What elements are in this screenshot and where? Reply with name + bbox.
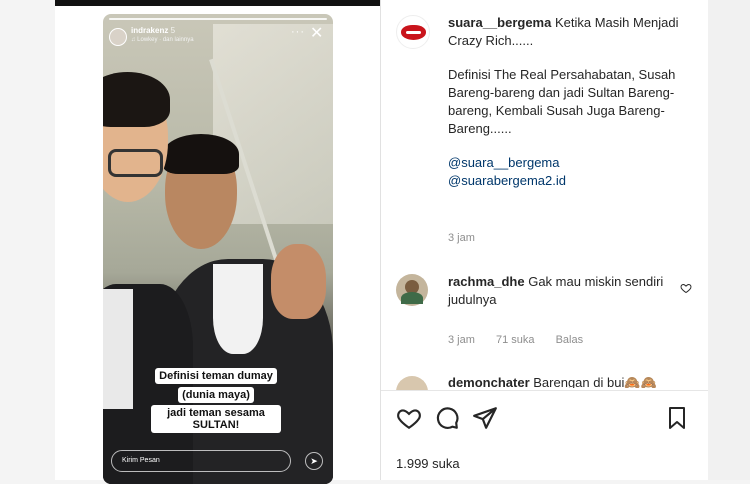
action-bar xyxy=(395,405,695,435)
author-avatar[interactable] xyxy=(396,15,430,49)
avatar-image xyxy=(396,376,428,390)
person-left-hair xyxy=(103,72,170,127)
comment-meta: 3 jam 71 suka Balas xyxy=(448,334,601,346)
person-left-shirt xyxy=(103,289,133,409)
story-progress-bar xyxy=(109,18,327,20)
comment-likes[interactable]: 71 suka xyxy=(496,334,535,346)
comment-username[interactable]: demonchater xyxy=(448,375,530,388)
mention-link[interactable]: @suarabergema2.id xyxy=(448,172,688,190)
send-icon[interactable]: ➤ xyxy=(305,452,323,470)
bookmark-icon[interactable] xyxy=(663,405,691,433)
story-caption-line: Definisi teman dumay xyxy=(155,368,277,384)
story-caption-line: (dunia maya) xyxy=(178,387,254,403)
thumbs-up-hand xyxy=(271,244,326,319)
post-caption: suara__bergema Ketika Masih Menjadi Craz… xyxy=(448,14,688,206)
comment-text: Barengan di bui🙈🙈 xyxy=(533,375,657,388)
reply-link[interactable]: Balas xyxy=(556,334,584,346)
comments-pane: suara__bergema Ketika Masih Menjadi Craz… xyxy=(380,0,709,480)
person-right-shirt xyxy=(213,264,263,354)
glasses xyxy=(108,149,163,177)
story-header: indrakenz 5 ♫ Lowkey · dan lainnya ··· ✕ xyxy=(103,14,333,54)
commenter-avatar[interactable] xyxy=(396,376,428,390)
heart-icon[interactable] xyxy=(395,405,423,433)
post-time: 3 jam xyxy=(448,232,475,244)
comment-time: 3 jam xyxy=(448,334,475,346)
avatar-body xyxy=(401,292,423,304)
story-audio-label: ♫ Lowkey · dan lainnya xyxy=(131,37,194,43)
divider xyxy=(381,390,709,391)
commenter-avatar[interactable] xyxy=(396,274,428,306)
person-right-hair xyxy=(163,134,239,174)
media-pane: indrakenz 5 ♫ Lowkey · dan lainnya ··· ✕… xyxy=(55,0,380,484)
story-time: 5 xyxy=(170,26,176,35)
comment: rachma_dhe Gak mau miskin sendiri juduln… xyxy=(448,273,668,309)
story-username[interactable]: indrakenz 5 xyxy=(131,26,175,35)
comment-username[interactable]: rachma_dhe xyxy=(448,274,525,289)
post-viewer: indrakenz 5 ♫ Lowkey · dan lainnya ··· ✕… xyxy=(0,0,750,484)
lips-logo-gap xyxy=(406,31,421,34)
author-username[interactable]: suara__bergema xyxy=(448,15,551,30)
story-caption: Definisi teman dumay (dunia maya) jadi t… xyxy=(151,366,281,434)
close-icon[interactable]: ✕ xyxy=(310,23,323,43)
story-avatar[interactable] xyxy=(109,28,127,46)
heart-outline-icon xyxy=(680,283,692,294)
story-video[interactable]: indrakenz 5 ♫ Lowkey · dan lainnya ··· ✕… xyxy=(103,14,333,484)
likes-count[interactable]: 1.999 suka xyxy=(396,456,460,471)
story-reply-input[interactable]: Kirim Pesan xyxy=(111,450,291,472)
comment-like-heart-icon[interactable] xyxy=(680,282,692,297)
share-icon[interactable] xyxy=(471,405,499,433)
background-strip xyxy=(708,0,750,480)
story-caption-line: jadi teman sesama SULTAN! xyxy=(151,405,281,433)
comment-icon[interactable] xyxy=(433,405,461,433)
caption-body: Definisi The Real Persahabatan, Susah Ba… xyxy=(448,67,676,136)
more-options-icon[interactable]: ··· xyxy=(291,26,305,38)
comment: demonchater Barengan di bui🙈🙈 xyxy=(448,374,688,388)
mention-link[interactable]: @suara__bergema xyxy=(448,154,688,172)
